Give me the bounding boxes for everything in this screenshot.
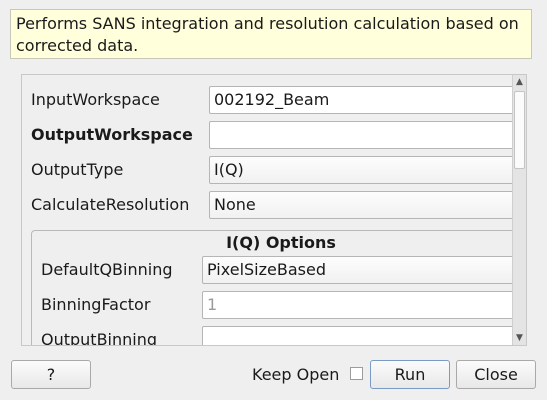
help-button[interactable]: ? bbox=[11, 360, 91, 389]
default-q-binning-label: DefaultQBinning bbox=[41, 260, 173, 279]
iq-options-group: I(Q) Options DefaultQBinning PixelSizeBa… bbox=[31, 230, 526, 346]
calculate-resolution-label: CalculateResolution bbox=[31, 195, 190, 214]
run-button[interactable]: Run bbox=[370, 360, 450, 389]
algorithm-description: Performs SANS integration and resolution… bbox=[10, 9, 532, 59]
binning-factor-field[interactable]: 1 bbox=[202, 291, 522, 319]
default-q-binning-select[interactable]: PixelSizeBased bbox=[202, 256, 522, 284]
output-type-select[interactable]: I(Q) bbox=[209, 156, 519, 184]
calculate-resolution-select[interactable]: None bbox=[209, 191, 519, 219]
output-workspace-field[interactable] bbox=[209, 121, 519, 149]
input-workspace-label: InputWorkspace bbox=[31, 90, 160, 109]
properties-scrollbar[interactable]: ▲ ▼ bbox=[512, 75, 526, 345]
iq-options-title: I(Q) Options bbox=[226, 233, 336, 252]
output-type-label: OutputType bbox=[31, 160, 124, 179]
scroll-up-icon[interactable]: ▲ bbox=[513, 75, 526, 89]
binning-factor-label: BinningFactor bbox=[41, 295, 151, 314]
scrollbar-thumb[interactable] bbox=[514, 91, 525, 169]
keep-open-checkbox[interactable] bbox=[350, 367, 363, 380]
properties-panel: InputWorkspace 002192_Beam OutputWorkspa… bbox=[21, 74, 527, 346]
output-workspace-label: OutputWorkspace bbox=[31, 125, 193, 144]
close-button[interactable]: Close bbox=[456, 360, 536, 389]
output-binning-field[interactable] bbox=[202, 326, 522, 345]
output-binning-label: OutputBinning bbox=[41, 330, 158, 346]
input-workspace-field[interactable]: 002192_Beam bbox=[209, 86, 519, 114]
keep-open-label: Keep Open bbox=[252, 365, 340, 384]
scroll-down-icon[interactable]: ▼ bbox=[513, 331, 526, 345]
